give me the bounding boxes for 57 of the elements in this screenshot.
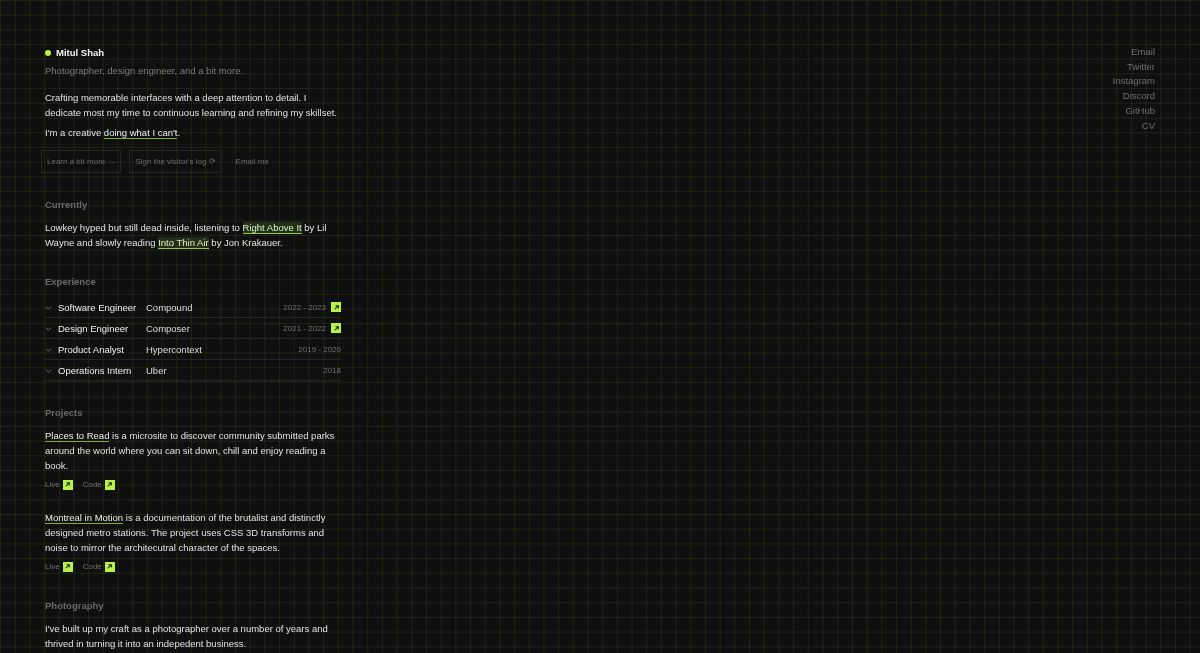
arrow-icon: [64, 481, 72, 488]
project-link[interactable]: Montreal in Motion: [45, 512, 124, 524]
experience-row[interactable]: Operations Intern Uber 2018: [45, 360, 341, 381]
experience-row[interactable]: Software Engineer Compound 2022 - 2023: [45, 297, 341, 318]
section-heading: Experience: [45, 275, 97, 289]
social-link[interactable]: Instagram: [1112, 74, 1155, 90]
currently-paragraph: Lowkey hyped but still dead inside, listening to Right Above It by Lil Wayne and slowly reading Into Thin Air by Jon Krakauer.: [45, 221, 328, 250]
years-text: 2019 - 2020: [298, 343, 341, 356]
role-text: Design Engineer: [58, 321, 130, 336]
company-text: Composer: [146, 321, 191, 336]
years-text: 2022 - 2023: [283, 301, 326, 314]
external-link-button[interactable]: [331, 302, 341, 312]
company-text: Uber: [146, 363, 168, 378]
action-button[interactable]: Email me: [229, 150, 275, 173]
chevron-down-icon: [45, 345, 52, 353]
section-heading: Currently: [45, 198, 89, 212]
project-link[interactable]: Live: [45, 559, 73, 574]
action-button[interactable]: Sign the visitor's log ⟳: [129, 150, 222, 173]
highlighted-link[interactable]: Into Thin Air: [158, 237, 209, 249]
section-heading: Photography: [45, 599, 105, 613]
external-link-button[interactable]: [331, 323, 341, 333]
social-link[interactable]: Discord: [1122, 89, 1155, 104]
section-heading: Projects: [45, 406, 84, 420]
project-link[interactable]: Places to Read: [45, 430, 110, 442]
project-link[interactable]: Code: [82, 559, 115, 574]
experience-row[interactable]: Product Analyst Hypercontext 2019 - 2020: [45, 339, 341, 360]
company-text: Compound: [146, 300, 194, 315]
chevron-down-icon: [45, 366, 52, 374]
social-link[interactable]: GitHub: [1125, 103, 1155, 119]
arrow-icon: [106, 563, 114, 570]
project-link[interactable]: Code: [82, 477, 115, 492]
role-text: Software Engineer: [58, 300, 138, 315]
social-link[interactable]: CV: [1141, 118, 1155, 134]
company-text: Hypercontext: [146, 342, 203, 357]
intro-paragraph: I'm a creative doing what I can't.: [45, 126, 182, 140]
role-text: Operations Intern: [58, 363, 133, 378]
role-text: Product Analyst: [58, 342, 125, 357]
arrow-icon: [106, 481, 114, 488]
years-text: 2021 - 2022: [283, 322, 326, 335]
highlighted-link[interactable]: Right Above It: [242, 222, 302, 234]
years-text: 2018: [323, 364, 341, 377]
arrow-icon: [332, 303, 340, 311]
arrow-icon: [332, 324, 340, 332]
profile-name: Mitul Shah: [56, 46, 105, 60]
arrow-icon: [64, 563, 72, 570]
project-link[interactable]: Live: [45, 477, 73, 492]
social-link[interactable]: Twitter: [1127, 59, 1155, 75]
photography-paragraph: I've built up my craft as a photographer over a number of years and thrived in turning it into an indepedent business.: [45, 622, 329, 651]
action-button[interactable]: Learn a bit more →: [41, 150, 122, 173]
tagline: Photographer, design engineer, and a bit more.: [45, 64, 245, 78]
chevron-down-icon: [45, 324, 52, 332]
chevron-down-icon: [45, 303, 52, 311]
project-description: Montreal in Motion is a documentation of the brutalist and distinctly designed metro stations. The project uses CSS 3D transforms and noise to mirror the architecutral character of the spaces.: [45, 511, 327, 555]
intro-paragraph: Crafting memorable interfaces with a deep attention to detail. I dedicate most my time to continuous learning and refining my skillset.: [45, 91, 338, 120]
project-description: Places to Read is a microsite to discover community submitted parks around the world where you can sit down, chill and enjoy reading a book.: [45, 429, 336, 473]
social-link[interactable]: Email: [1131, 45, 1155, 60]
experience-row[interactable]: Design Engineer Composer 2021 - 2022: [45, 318, 341, 339]
